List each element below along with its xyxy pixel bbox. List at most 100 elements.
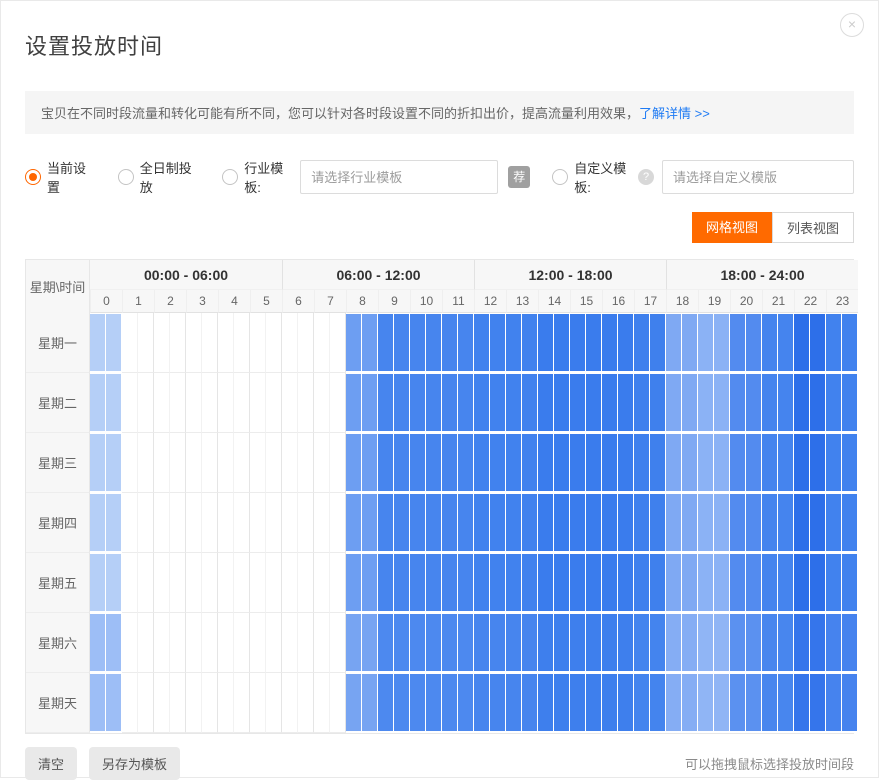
time-cell[interactable] xyxy=(554,553,570,613)
time-cell[interactable] xyxy=(506,313,522,373)
time-cell[interactable] xyxy=(746,553,762,613)
time-cell[interactable] xyxy=(122,493,138,553)
time-cell[interactable] xyxy=(346,613,362,673)
time-cell[interactable] xyxy=(186,613,202,673)
time-cell[interactable] xyxy=(682,313,698,373)
time-cell[interactable] xyxy=(714,553,730,613)
time-cell[interactable] xyxy=(554,613,570,673)
time-cell[interactable] xyxy=(746,313,762,373)
time-cell[interactable] xyxy=(522,613,538,673)
time-cell[interactable] xyxy=(586,313,602,373)
time-cell[interactable] xyxy=(570,313,586,373)
time-cell[interactable] xyxy=(378,673,394,733)
time-cell[interactable] xyxy=(474,493,490,553)
time-cell[interactable] xyxy=(698,313,714,373)
time-cell[interactable] xyxy=(314,373,330,433)
time-cell[interactable] xyxy=(618,493,634,553)
time-cell[interactable] xyxy=(538,313,554,373)
time-cell[interactable] xyxy=(794,313,810,373)
time-cell[interactable] xyxy=(650,313,666,373)
time-cell[interactable] xyxy=(314,433,330,493)
time-cell[interactable] xyxy=(106,433,122,493)
time-cell[interactable] xyxy=(666,373,682,433)
time-cell[interactable] xyxy=(714,373,730,433)
time-cell[interactable] xyxy=(650,553,666,613)
time-cell[interactable] xyxy=(586,433,602,493)
time-cell[interactable] xyxy=(506,673,522,733)
time-cell[interactable] xyxy=(666,433,682,493)
time-cell[interactable] xyxy=(394,553,410,613)
time-cell[interactable] xyxy=(826,613,842,673)
time-cell[interactable] xyxy=(330,613,346,673)
time-cell[interactable] xyxy=(506,613,522,673)
time-cell[interactable] xyxy=(138,673,154,733)
time-cell[interactable] xyxy=(474,553,490,613)
time-cell[interactable] xyxy=(586,553,602,613)
time-cell[interactable] xyxy=(602,493,618,553)
time-cell[interactable] xyxy=(90,313,106,373)
time-cell[interactable] xyxy=(218,673,234,733)
time-cell[interactable] xyxy=(810,553,826,613)
time-cell[interactable] xyxy=(330,673,346,733)
time-cell[interactable] xyxy=(538,673,554,733)
time-cell[interactable] xyxy=(394,313,410,373)
time-cell[interactable] xyxy=(810,313,826,373)
time-cell[interactable] xyxy=(634,313,650,373)
time-cell[interactable] xyxy=(410,433,426,493)
time-cell[interactable] xyxy=(634,493,650,553)
time-cell[interactable] xyxy=(234,613,250,673)
time-cell[interactable] xyxy=(282,433,298,493)
time-cell[interactable] xyxy=(714,613,730,673)
time-cell[interactable] xyxy=(618,673,634,733)
time-cell[interactable] xyxy=(106,313,122,373)
time-cell[interactable] xyxy=(442,613,458,673)
time-cell[interactable] xyxy=(442,313,458,373)
time-cell[interactable] xyxy=(298,613,314,673)
time-cell[interactable] xyxy=(650,493,666,553)
time-cell[interactable] xyxy=(666,613,682,673)
time-cell[interactable] xyxy=(122,673,138,733)
time-cell[interactable] xyxy=(218,493,234,553)
time-cell[interactable] xyxy=(362,373,378,433)
time-cell[interactable] xyxy=(538,493,554,553)
time-cell[interactable] xyxy=(282,553,298,613)
time-cell[interactable] xyxy=(618,553,634,613)
time-cell[interactable] xyxy=(250,613,266,673)
time-cell[interactable] xyxy=(618,613,634,673)
time-cell[interactable] xyxy=(762,553,778,613)
time-cell[interactable] xyxy=(746,673,762,733)
time-cell[interactable] xyxy=(442,433,458,493)
time-cell[interactable] xyxy=(186,673,202,733)
time-cell[interactable] xyxy=(714,433,730,493)
time-cell[interactable] xyxy=(682,673,698,733)
time-cell[interactable] xyxy=(762,373,778,433)
time-cell[interactable] xyxy=(458,433,474,493)
time-cell[interactable] xyxy=(394,673,410,733)
time-cell[interactable] xyxy=(122,433,138,493)
time-cell[interactable] xyxy=(842,433,858,493)
time-cell[interactable] xyxy=(698,613,714,673)
time-cell[interactable] xyxy=(762,313,778,373)
time-cell[interactable] xyxy=(346,313,362,373)
time-cell[interactable] xyxy=(394,493,410,553)
time-cell[interactable] xyxy=(378,373,394,433)
time-cell[interactable] xyxy=(714,673,730,733)
time-cell[interactable] xyxy=(90,553,106,613)
time-cell[interactable] xyxy=(618,433,634,493)
time-cell[interactable] xyxy=(602,373,618,433)
time-cell[interactable] xyxy=(634,433,650,493)
time-cell[interactable] xyxy=(282,613,298,673)
time-cell[interactable] xyxy=(650,373,666,433)
time-cell[interactable] xyxy=(778,553,794,613)
time-cell[interactable] xyxy=(794,433,810,493)
time-cell[interactable] xyxy=(218,313,234,373)
time-cell[interactable] xyxy=(170,673,186,733)
time-cell[interactable] xyxy=(746,493,762,553)
time-cell[interactable] xyxy=(538,553,554,613)
time-cell[interactable] xyxy=(362,433,378,493)
time-cell[interactable] xyxy=(282,313,298,373)
time-cell[interactable] xyxy=(458,313,474,373)
time-cell[interactable] xyxy=(778,373,794,433)
time-cell[interactable] xyxy=(458,553,474,613)
time-cell[interactable] xyxy=(570,493,586,553)
